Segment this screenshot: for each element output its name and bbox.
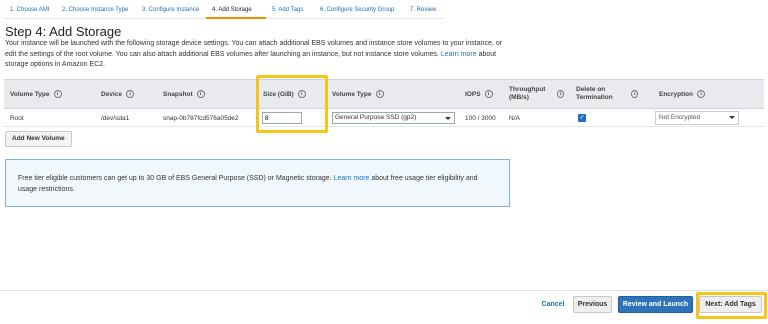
size-highlight-box [256,75,328,133]
previous-button[interactable]: Previous [573,296,612,313]
table-header: Volume Type i Device i Snapshot i Size (… [4,79,764,109]
step-configure-instance[interactable]: 3. Configure Instance [136,3,206,19]
notice-text: Free tier eligible customers can get up … [18,175,332,182]
step-review[interactable]: 7. Review [404,3,444,19]
header-device-label: Device [101,90,122,98]
info-icon[interactable]: i [375,90,384,98]
cell-throughput: N/A [509,114,520,122]
description-text: Your instance will be launched with the … [5,40,503,58]
table-row: Root /dev/sda1 snap-0b787fcd576a05de2 Ge… [4,109,764,127]
step-choose-instance-type[interactable]: 2. Choose Instance Type [56,3,136,19]
info-icon[interactable]: i [196,90,205,98]
cell-iops: 100 / 3000 [465,114,496,122]
step-configure-security-group[interactable]: 6. Configure Security Group [314,3,404,19]
header-vol-type-label: Volume Type [332,90,372,98]
volume-type-select[interactable]: General Purpose SSD (gp2) [332,112,455,124]
header-volume-type-label: Volume Type [10,90,50,98]
info-icon[interactable]: i [125,90,134,98]
page-title: Step 4: Add Storage [5,24,122,39]
chevron-down-icon [729,116,735,119]
step-add-storage[interactable]: 4. Add Storage [206,3,266,19]
info-icon[interactable]: i [53,90,62,98]
wizard-steps-bar: 1. Choose AMI 2. Choose Instance Type 3.… [4,3,444,19]
volume-type-value: General Purpose SSD (gp2) [335,114,417,121]
step-choose-ami[interactable]: 1. Choose AMI [4,3,56,19]
cell-volume-type: Root [10,114,24,122]
header-device: Device i [101,80,134,108]
info-icon[interactable]: i [557,90,564,98]
header-throughput: Throughput (MB/s) i [509,80,564,108]
header-throughput-label: Throughput (MB/s) [509,86,546,101]
add-new-volume-button[interactable]: Add New Volume [5,131,72,147]
encryption-value: Not Encrypted [659,114,701,121]
review-and-launch-button[interactable]: Review and Launch [618,296,693,313]
header-iops: IOPS i [465,80,493,108]
page-description: Your instance will be launched with the … [5,39,510,71]
cell-snapshot: snap-0b787fcd576a05de2 [163,114,239,122]
cell-device: /dev/sda1 [101,114,130,122]
info-icon[interactable]: i [631,90,638,98]
learn-more-free-tier-link[interactable]: Learn more [334,175,370,182]
header-encryption: Encryption i [659,80,705,108]
chevron-down-icon [445,117,451,120]
info-icon[interactable]: i [484,90,493,98]
header-encryption-label: Encryption [659,90,693,98]
next-button-highlight-box [696,292,767,319]
header-delete-on-termination: Delete on Termination i [576,80,638,108]
header-snapshot: Snapshot i [163,80,205,108]
wizard-steps: 1. Choose AMI 2. Choose Instance Type 3.… [0,0,768,22]
step-add-tags[interactable]: 5. Add Tags [266,3,314,19]
encryption-select[interactable]: Not Encrypted [655,111,739,125]
header-delete-label: Delete on Termination [576,86,613,101]
delete-on-termination-checkbox[interactable]: ✓ [578,114,586,122]
header-iops-label: IOPS [465,90,481,98]
learn-more-storage-link[interactable]: Learn more [441,51,477,58]
header-snapshot-label: Snapshot [163,90,193,98]
free-tier-notice: Free tier eligible customers can get up … [5,159,510,207]
info-icon[interactable]: i [696,90,705,98]
header-volume-type: Volume Type i [10,80,62,108]
cancel-button[interactable]: Cancel [538,296,568,313]
footer-divider [0,290,768,291]
header-vol-type: Volume Type i [332,80,384,108]
